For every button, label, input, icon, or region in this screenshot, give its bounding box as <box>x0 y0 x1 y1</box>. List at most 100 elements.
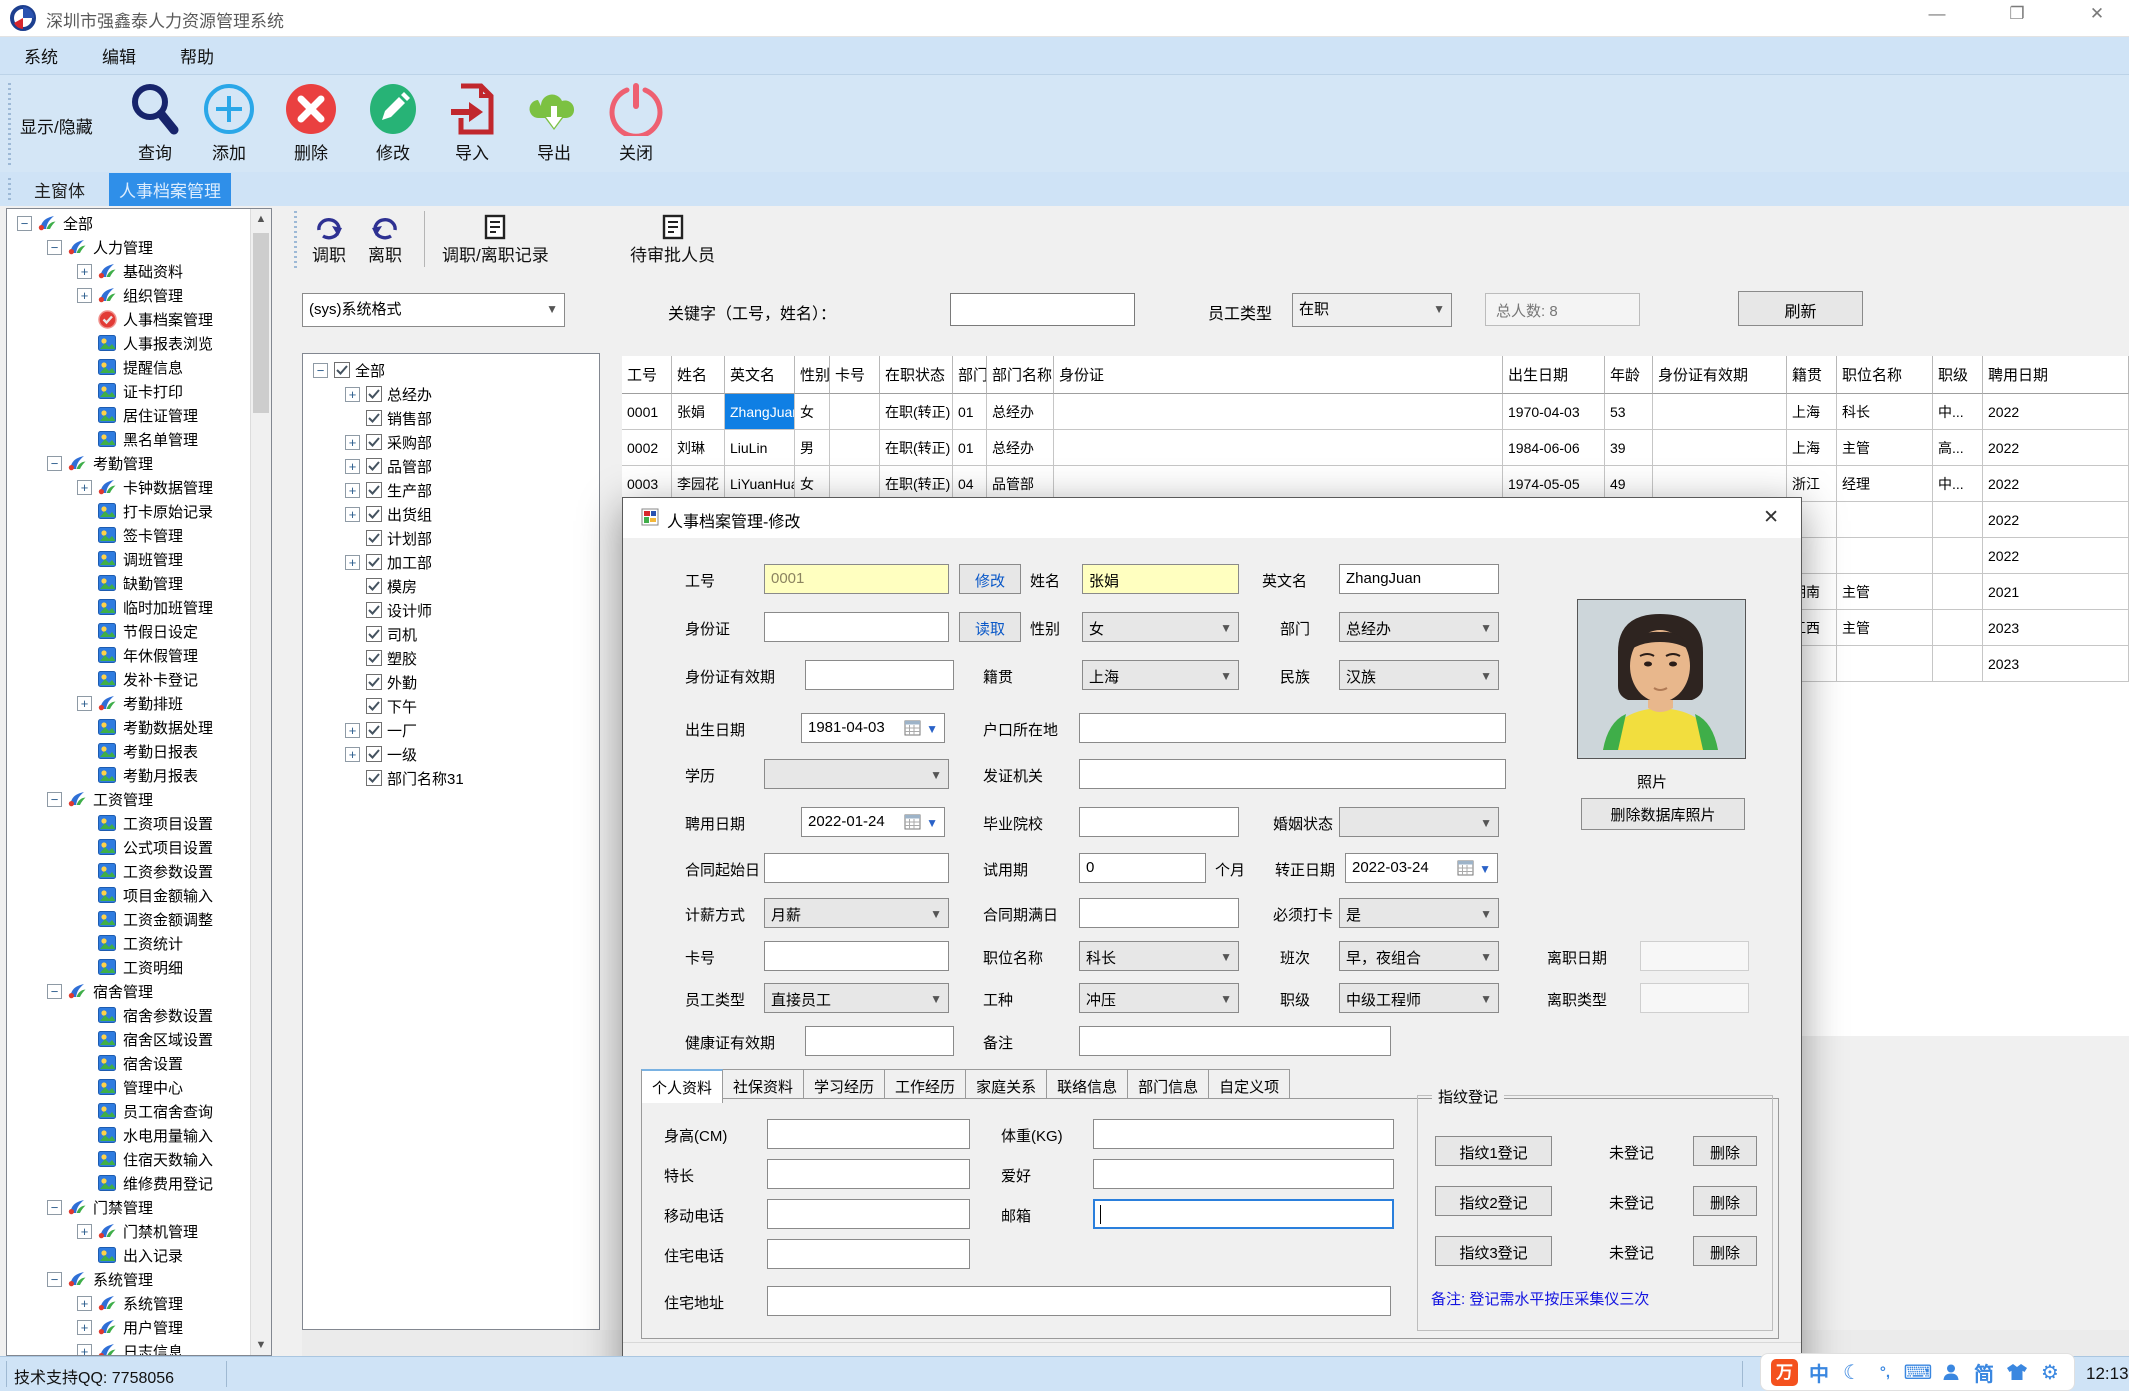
toolbar-button-power[interactable]: 关闭 <box>599 81 673 164</box>
dialog-close-icon[interactable]: ✕ <box>1763 506 1779 529</box>
table-cell[interactable]: 在职(转正) <box>880 394 953 430</box>
tree-item[interactable]: + 门禁机管理 <box>7 1219 271 1243</box>
tree-item[interactable]: 管理中心 <box>7 1075 271 1099</box>
table-cell[interactable] <box>1054 394 1503 430</box>
personal-field-specialty[interactable] <box>767 1159 970 1189</box>
field-education[interactable]: ▼ <box>764 759 949 789</box>
toolbar-button-edit[interactable]: 修改 <box>356 81 430 164</box>
table-cell[interactable]: ZhangJuan <box>725 394 795 430</box>
toolbar-button-search[interactable]: 查询 <box>118 81 192 164</box>
field-work_type[interactable]: 冲压 ▼ <box>1079 983 1239 1013</box>
tree-item[interactable]: 居住证管理 <box>7 403 271 427</box>
subtoolbar-1[interactable]: 离职 <box>368 213 402 266</box>
tree-item[interactable]: + 日志信息 <box>7 1339 271 1355</box>
column-header[interactable]: 部门 <box>953 356 987 394</box>
checkbox-checked[interactable] <box>366 506 382 522</box>
table-cell[interactable]: 53 <box>1605 394 1653 430</box>
checkbox-checked[interactable] <box>366 578 382 594</box>
checkbox-checked[interactable] <box>334 362 350 378</box>
dialog-tab-0[interactable]: 个人资料 <box>641 1069 724 1103</box>
tree-item[interactable]: 考勤数据处理 <box>7 715 271 739</box>
table-cell[interactable] <box>1653 394 1787 430</box>
toolbar-button-add[interactable]: 添加 <box>192 81 266 164</box>
ime-logo[interactable]: 万 <box>1771 1358 1798 1386</box>
tab-1[interactable]: 人事档案管理 <box>109 172 231 206</box>
collapse-icon[interactable]: − <box>47 239 62 255</box>
table-cell[interactable]: 2022 <box>1983 502 2129 538</box>
column-header[interactable]: 英文名 <box>725 356 795 394</box>
keyboard-icon[interactable]: ⌨ <box>1904 1360 1933 1385</box>
table-cell[interactable]: 1984-06-06 <box>1503 430 1605 466</box>
expand-icon[interactable]: + <box>77 1223 92 1239</box>
column-header[interactable]: 职位名称 <box>1837 356 1933 394</box>
checkbox-checked[interactable] <box>366 482 382 498</box>
field-eng_name[interactable]: ZhangJuan <box>1339 564 1499 594</box>
field-leave_date[interactable] <box>1640 941 1749 971</box>
field-position[interactable]: 科长 ▼ <box>1079 941 1239 971</box>
field-household[interactable] <box>1079 713 1506 743</box>
checkbox-checked[interactable] <box>366 626 382 642</box>
table-cell[interactable]: 张娟 <box>672 394 725 430</box>
collapse-icon[interactable]: − <box>47 791 62 807</box>
expand-icon[interactable]: + <box>345 722 360 738</box>
field-probation[interactable]: 0 <box>1079 853 1206 883</box>
dept-tree-item[interactable]: + 生产部 <box>303 478 599 502</box>
expand-icon[interactable]: + <box>77 695 92 711</box>
format-select[interactable]: (sys)系统格式 ▼ <box>302 293 565 327</box>
field-contract_end[interactable] <box>1079 898 1239 928</box>
dept-tree-item[interactable]: 部门名称31 <box>303 766 599 790</box>
field-remark[interactable] <box>1079 1026 1391 1056</box>
field-must_punch[interactable]: 是 ▼ <box>1339 898 1499 928</box>
expand-icon[interactable]: + <box>77 263 92 279</box>
tree-scrollbar[interactable]: ▲ ▼ <box>250 209 271 1355</box>
column-header[interactable]: 身份证 <box>1054 356 1503 394</box>
checkbox-checked[interactable] <box>366 602 382 618</box>
tree-item[interactable]: − 工资管理 <box>7 787 271 811</box>
menu-item-0[interactable]: 系统 <box>24 43 58 68</box>
column-header[interactable]: 性别 <box>795 356 830 394</box>
table-cell[interactable] <box>830 430 880 466</box>
field-emp_type[interactable]: 直接员工 ▼ <box>764 983 949 1013</box>
dept-tree-item[interactable]: + 总经办 <box>303 382 599 406</box>
collapse-icon[interactable]: − <box>47 1271 62 1287</box>
fingerprint-delete-button-3[interactable]: 删除 <box>1693 1236 1757 1266</box>
table-cell[interactable]: 主管 <box>1837 610 1933 646</box>
table-cell[interactable]: 2023 <box>1983 610 2129 646</box>
table-cell[interactable]: 2023 <box>1983 646 2129 682</box>
table-cell[interactable]: LiuLin <box>725 430 795 466</box>
tree-item[interactable]: 缺勤管理 <box>7 571 271 595</box>
field-marital[interactable]: ▼ <box>1339 807 1499 837</box>
table-cell[interactable] <box>1933 646 1983 682</box>
dept-tree-item[interactable]: + 加工部 <box>303 550 599 574</box>
fingerprint-delete-button-2[interactable]: 删除 <box>1693 1186 1757 1216</box>
field-emp_no[interactable]: 0001 <box>764 564 949 594</box>
tree-item[interactable]: + 用户管理 <box>7 1315 271 1339</box>
field-native[interactable]: 上海 ▼ <box>1082 660 1239 690</box>
dept-tree-item[interactable]: 设计师 <box>303 598 599 622</box>
table-cell[interactable] <box>1837 502 1933 538</box>
table-cell[interactable] <box>1933 574 1983 610</box>
toolbar-button-import[interactable]: 导入 <box>435 81 509 164</box>
tree-item[interactable]: − 门禁管理 <box>7 1195 271 1219</box>
field-dept[interactable]: 总经办 ▼ <box>1339 612 1499 642</box>
collapse-icon[interactable]: − <box>47 1199 62 1215</box>
tree-item[interactable]: 出入记录 <box>7 1243 271 1267</box>
tab-0[interactable]: 主窗体 <box>24 173 95 206</box>
skin-icon[interactable] <box>2005 1362 2029 1382</box>
column-header[interactable]: 身份证有效期 <box>1653 356 1787 394</box>
tree-item[interactable]: 水电用量输入 <box>7 1123 271 1147</box>
column-header[interactable]: 在职状态 <box>880 356 953 394</box>
checkbox-checked[interactable] <box>366 434 382 450</box>
column-header[interactable]: 聘用日期 <box>1983 356 2129 394</box>
tree-item[interactable]: 考勤月报表 <box>7 763 271 787</box>
fingerprint-register-button-2[interactable]: 指纹2登记 <box>1435 1186 1552 1216</box>
personal-field-home_addr[interactable] <box>767 1286 1391 1316</box>
settings-icon[interactable]: ⚙ <box>2038 1360 2062 1385</box>
field-name[interactable]: 张娟 <box>1082 564 1239 594</box>
checkbox-checked[interactable] <box>366 530 382 546</box>
tree-item[interactable]: 提醒信息 <box>7 355 271 379</box>
column-header[interactable]: 出生日期 <box>1503 356 1605 394</box>
refresh-button[interactable]: 刷新 <box>1738 291 1863 326</box>
field-rank[interactable]: 中级工程师 ▼ <box>1339 983 1499 1013</box>
tree-item[interactable]: + 卡钟数据管理 <box>7 475 271 499</box>
